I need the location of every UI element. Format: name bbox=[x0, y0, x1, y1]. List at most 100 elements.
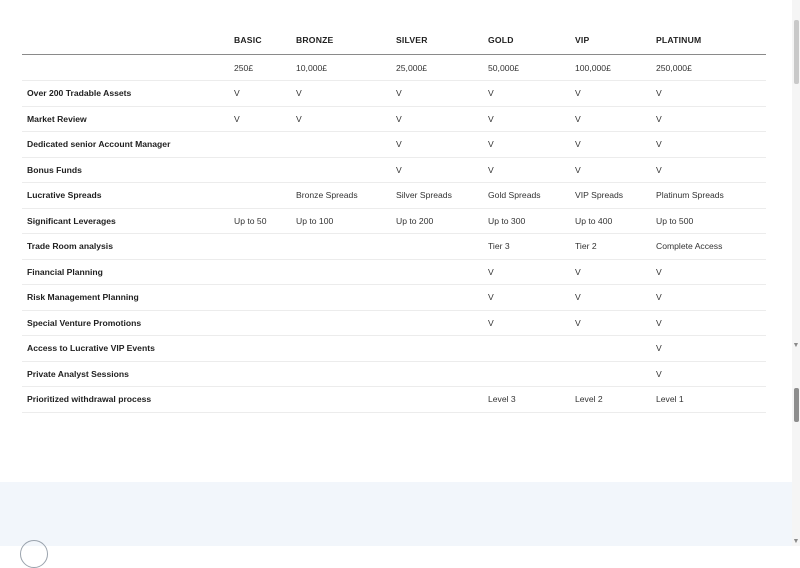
tier-cell bbox=[396, 386, 488, 413]
feature-label: Significant Leverages bbox=[22, 208, 234, 234]
feature-label: Financial Planning bbox=[22, 259, 234, 285]
table-row: Bonus Funds V V V V bbox=[22, 157, 766, 183]
tier-cell: V bbox=[656, 284, 766, 311]
tier-cell bbox=[396, 284, 488, 311]
tier-cell: V bbox=[656, 80, 766, 107]
table-row: Dedicated senior Account Manager V V V V bbox=[22, 131, 766, 158]
tier-cell: Level 2 bbox=[575, 386, 656, 413]
table-row: Trade Room analysis Tier 3 Tier 2 Complete … bbox=[22, 233, 766, 260]
feature-label: Prioritized withdrawal process bbox=[22, 386, 234, 413]
tier-cell: V bbox=[488, 259, 575, 285]
tier-cell bbox=[234, 361, 296, 387]
tier-cell: V bbox=[575, 259, 656, 285]
scrollbar-thumb[interactable] bbox=[794, 388, 799, 422]
feature-label: Trade Room analysis bbox=[22, 233, 234, 260]
tier-cell bbox=[296, 310, 396, 336]
tier-cell bbox=[234, 157, 296, 183]
tier-cell: V bbox=[575, 80, 656, 107]
feature-label: Access to Lucrative VIP Events bbox=[22, 335, 234, 362]
table-row: Risk Management Planning V V V bbox=[22, 284, 766, 311]
table-row: Significant Leverages Up to 50 Up to 100 Up… bbox=[22, 208, 766, 234]
tier-cell bbox=[296, 233, 396, 260]
scrollbar-track-segment[interactable] bbox=[794, 20, 799, 84]
table-header-row: BASIC BRONZE SILVER GOLD VIP PLATINUM bbox=[22, 24, 766, 55]
tier-column-header: BASIC bbox=[234, 24, 296, 55]
tier-cell bbox=[396, 259, 488, 285]
tier-cell: V bbox=[296, 80, 396, 107]
tier-cell: V bbox=[575, 131, 656, 158]
scroll-down-arrow-icon[interactable]: ▼ bbox=[792, 538, 800, 546]
tier-cell: V bbox=[656, 361, 766, 387]
feature-label: Private Analyst Sessions bbox=[22, 361, 234, 387]
tier-column-header: PLATINUM bbox=[656, 24, 766, 55]
tier-cell: V bbox=[488, 157, 575, 183]
tier-cell bbox=[488, 335, 575, 362]
tier-cell bbox=[234, 182, 296, 209]
tier-cell: V bbox=[488, 80, 575, 107]
tier-cell bbox=[296, 259, 396, 285]
feature-column-header bbox=[22, 24, 234, 55]
tier-price: 25,000£ bbox=[396, 54, 488, 81]
tier-column-header: VIP bbox=[575, 24, 656, 55]
tier-cell: V bbox=[396, 80, 488, 107]
tier-cell: V bbox=[656, 335, 766, 362]
table-row: Access to Lucrative VIP Events V bbox=[22, 335, 766, 362]
tier-column-header: BRONZE bbox=[296, 24, 396, 55]
tier-cell bbox=[296, 131, 396, 158]
tier-cell: Tier 3 bbox=[488, 233, 575, 260]
tier-price: 250£ bbox=[234, 54, 296, 81]
tier-cell bbox=[296, 361, 396, 387]
tier-cell bbox=[234, 284, 296, 311]
tier-cell: Up to 200 bbox=[396, 208, 488, 234]
feature-label: Lucrative Spreads bbox=[22, 182, 234, 209]
footer-section bbox=[0, 482, 793, 546]
tier-cell: V bbox=[575, 310, 656, 336]
tier-cell: V bbox=[396, 131, 488, 158]
tier-cell bbox=[234, 310, 296, 336]
feature-label: Special Venture Promotions bbox=[22, 310, 234, 336]
table-row: Prioritized withdrawal process Level 3 Lev… bbox=[22, 386, 766, 413]
tier-cell: V bbox=[575, 284, 656, 311]
tier-cell bbox=[396, 335, 488, 362]
feature-label: Dedicated senior Account Manager bbox=[22, 131, 234, 158]
tier-price: 10,000£ bbox=[296, 54, 396, 81]
tier-cell: V bbox=[656, 310, 766, 336]
page-scrollbar[interactable]: ▼ ▼ bbox=[792, 0, 800, 546]
tier-price: 100,000£ bbox=[575, 54, 656, 81]
tier-cell: V bbox=[296, 106, 396, 132]
tier-cell: Level 3 bbox=[488, 386, 575, 413]
tier-cell bbox=[234, 131, 296, 158]
tier-cell bbox=[234, 233, 296, 260]
tier-cell bbox=[396, 310, 488, 336]
scroll-down-arrow-icon[interactable]: ▼ bbox=[792, 342, 800, 350]
table-row: Market Review V V V V V V bbox=[22, 106, 766, 132]
tier-cell bbox=[296, 157, 396, 183]
feature-label: Market Review bbox=[22, 106, 234, 132]
table-row: Over 200 Tradable Assets V V V V V V bbox=[22, 80, 766, 107]
tier-cell: Up to 500 bbox=[656, 208, 766, 234]
tier-cell: Platinum Spreads bbox=[656, 182, 766, 209]
table-row: Financial Planning V V V bbox=[22, 259, 766, 285]
tier-cell bbox=[234, 335, 296, 362]
tier-cell bbox=[575, 361, 656, 387]
feature-label: Over 200 Tradable Assets bbox=[22, 80, 234, 107]
footer-logo-icon bbox=[20, 540, 48, 568]
tier-cell: Gold Spreads bbox=[488, 182, 575, 209]
tier-cell: Bronze Spreads bbox=[296, 182, 396, 209]
account-comparison-table-wrapper: BASIC BRONZE SILVER GOLD VIP PLATINUM 250£ 10,… bbox=[22, 24, 766, 413]
tier-cell: Level 1 bbox=[656, 386, 766, 413]
account-comparison-table: BASIC BRONZE SILVER GOLD VIP PLATINUM 250£ 10,… bbox=[22, 24, 766, 413]
tier-cell: Tier 2 bbox=[575, 233, 656, 260]
tier-cell: V bbox=[656, 259, 766, 285]
tier-cell bbox=[234, 386, 296, 413]
tier-cell bbox=[575, 335, 656, 362]
tier-cell: V bbox=[396, 106, 488, 132]
tier-cell: Up to 100 bbox=[296, 208, 396, 234]
table-row: Private Analyst Sessions V bbox=[22, 361, 766, 387]
tier-price: 250,000£ bbox=[656, 54, 766, 81]
price-row-label bbox=[22, 54, 234, 81]
tier-cell bbox=[234, 259, 296, 285]
tier-cell: V bbox=[656, 131, 766, 158]
tier-cell bbox=[396, 233, 488, 260]
tier-cell: V bbox=[656, 157, 766, 183]
